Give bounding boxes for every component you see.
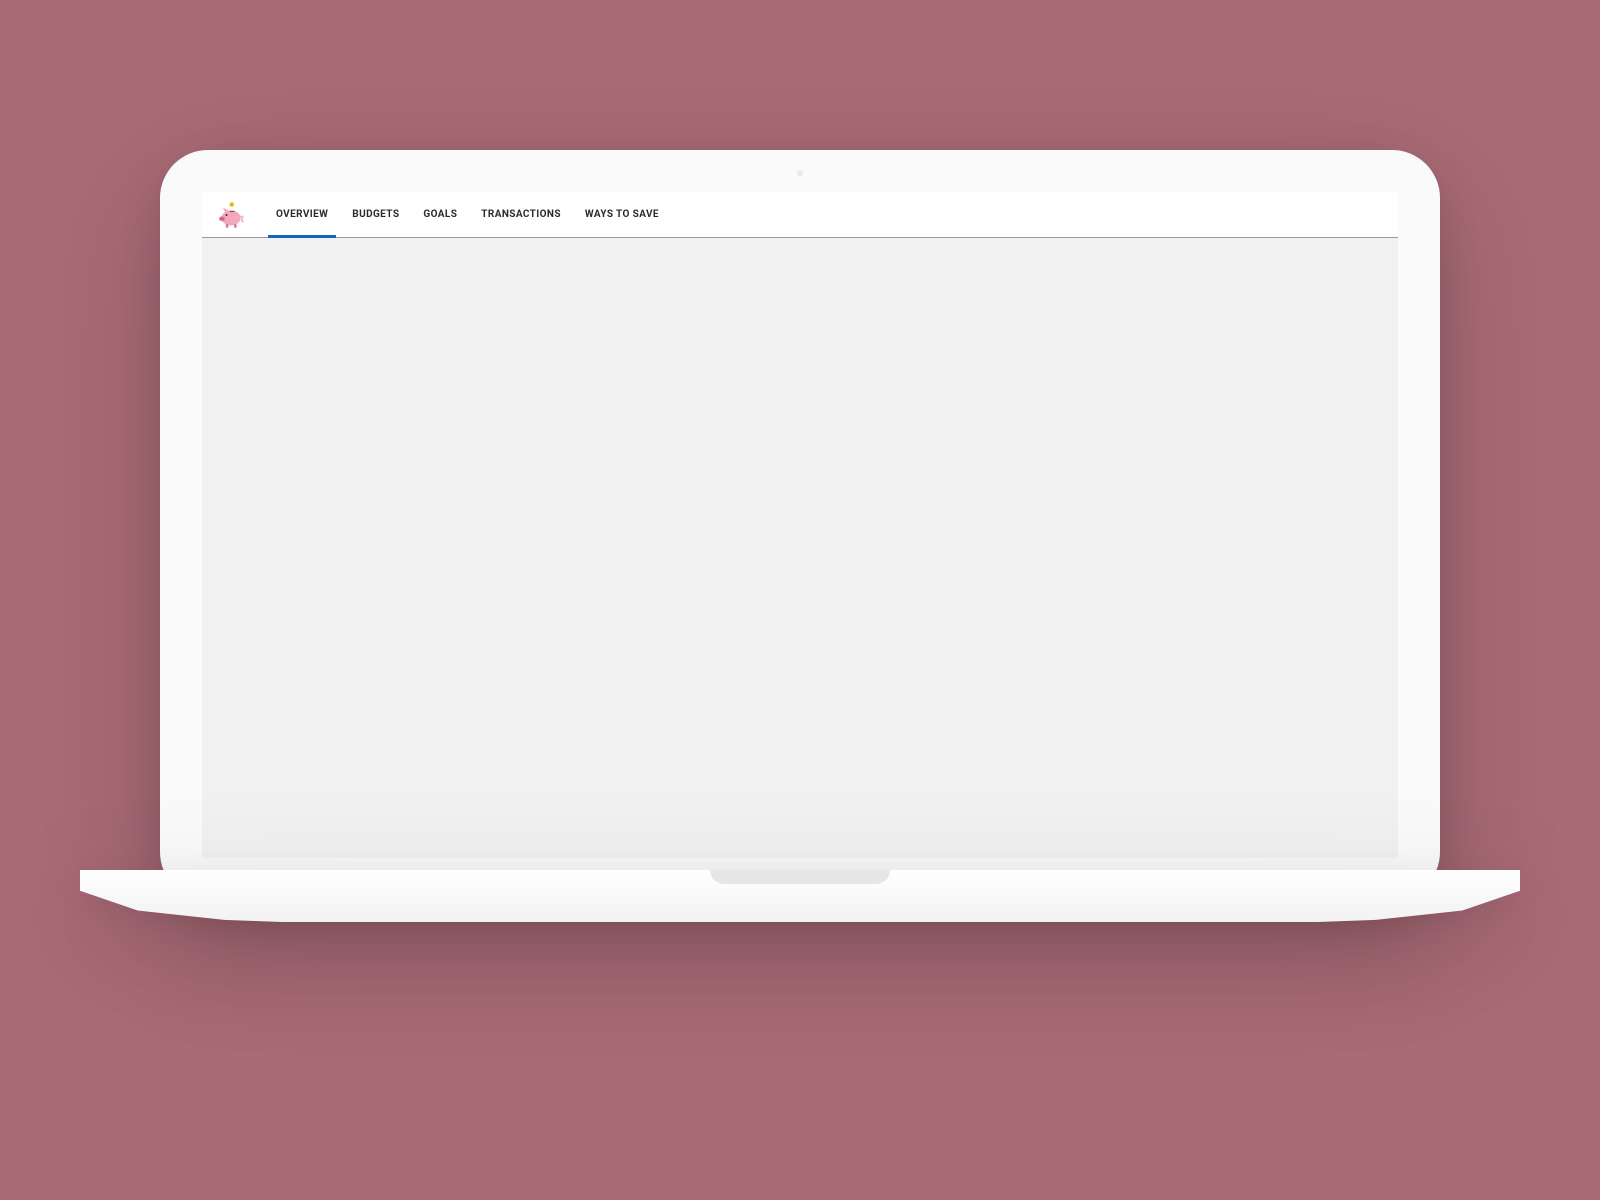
tab-label: OVERVIEW bbox=[276, 209, 328, 220]
navbar: OVERVIEW BUDGETS GOALS TRANSACTIONS WAYS… bbox=[202, 192, 1398, 238]
tab-overview[interactable]: OVERVIEW bbox=[264, 192, 340, 237]
tab-label: WAYS TO SAVE bbox=[585, 209, 659, 220]
piggy-bank-icon bbox=[216, 200, 246, 230]
tab-label: TRANSACTIONS bbox=[481, 209, 561, 220]
laptop-base bbox=[80, 870, 1520, 922]
tab-label: GOALS bbox=[423, 209, 457, 220]
app-screen: OVERVIEW BUDGETS GOALS TRANSACTIONS WAYS… bbox=[202, 192, 1398, 858]
tab-transactions[interactable]: TRANSACTIONS bbox=[469, 192, 573, 237]
laptop-lid: OVERVIEW BUDGETS GOALS TRANSACTIONS WAYS… bbox=[160, 150, 1440, 900]
laptop-camera-icon bbox=[797, 170, 803, 176]
tab-label: BUDGETS bbox=[352, 209, 399, 220]
tab-ways-to-save[interactable]: WAYS TO SAVE bbox=[573, 192, 671, 237]
nav-tabs: OVERVIEW BUDGETS GOALS TRANSACTIONS WAYS… bbox=[264, 192, 671, 237]
main-content bbox=[202, 238, 1398, 858]
laptop-notch-icon bbox=[710, 870, 890, 884]
tab-budgets[interactable]: BUDGETS bbox=[340, 192, 411, 237]
tab-goals[interactable]: GOALS bbox=[411, 192, 469, 237]
